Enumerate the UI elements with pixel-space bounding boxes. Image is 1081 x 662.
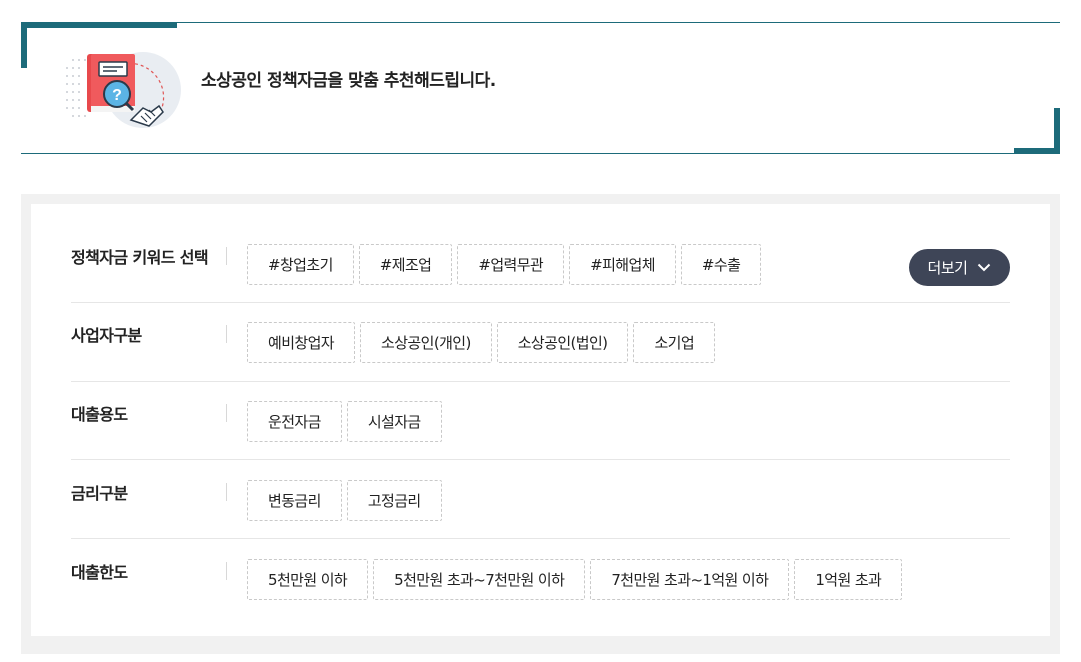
filter-label-interest-type: 금리구분 bbox=[71, 484, 128, 503]
recommendation-banner: ? 소상공인 정책자금을 맞춤 추천해드립니다. bbox=[21, 22, 1060, 154]
svg-text:?: ? bbox=[112, 87, 122, 104]
chevron-down-icon bbox=[977, 263, 991, 272]
more-button-label: 더보기 bbox=[927, 259, 968, 277]
filter-row-loan-purpose: 대출용도 운전자금 시설자금 bbox=[71, 401, 1010, 460]
banner-corner-top-left bbox=[21, 22, 177, 28]
filter-row-keyword: 정책자금 키워드 선택 #창업초기 #제조업 #업력무관 #피해업체 #수출 bbox=[71, 244, 1010, 303]
chip-keyword-damaged[interactable]: #피해업체 bbox=[569, 244, 676, 285]
label-separator bbox=[226, 562, 227, 580]
row-divider bbox=[71, 381, 1010, 382]
chip-limit-70m-100m[interactable]: 7천만원 초과~1억원 이하 bbox=[590, 559, 790, 600]
interest-type-chips: 변동금리 고정금리 bbox=[247, 480, 442, 521]
chip-keyword-export[interactable]: #수출 bbox=[680, 244, 762, 285]
filter-row-loan-limit: 대출한도 5천만원 이하 5천만원 초과~7천만원 이하 7천만원 초과~1억원… bbox=[71, 559, 1010, 609]
more-button[interactable]: 더보기 bbox=[909, 249, 1010, 286]
chip-fixed-rate[interactable]: 고정금리 bbox=[346, 480, 442, 521]
label-separator bbox=[226, 325, 227, 343]
filter-row-interest-type: 금리구분 변동금리 고정금리 bbox=[71, 480, 1010, 539]
keyword-chips: #창업초기 #제조업 #업력무관 #피해업체 #수출 bbox=[247, 244, 762, 285]
filter-label-business-type: 사업자구분 bbox=[71, 326, 142, 345]
chip-facility-fund[interactable]: 시설자금 bbox=[346, 401, 442, 442]
row-divider bbox=[71, 459, 1010, 460]
business-type-chips: 예비창업자 소상공인(개인) 소상공인(법인) 소기업 bbox=[247, 322, 716, 363]
loan-limit-chips: 5천만원 이하 5천만원 초과~7천만원 이하 7천만원 초과~1억원 이하 1… bbox=[247, 559, 903, 600]
filter-row-business-type: 사업자구분 예비창업자 소상공인(개인) 소상공인(법인) 소기업 bbox=[71, 322, 1010, 382]
label-separator bbox=[226, 404, 227, 422]
chip-small-business-individual[interactable]: 소상공인(개인) bbox=[360, 322, 492, 363]
filter-panel-frame: 정책자금 키워드 선택 #창업초기 #제조업 #업력무관 #피해업체 #수출 사… bbox=[21, 194, 1060, 654]
label-separator bbox=[226, 483, 227, 501]
row-divider bbox=[71, 538, 1010, 539]
banner-title: 소상공인 정책자금을 맞춤 추천해드립니다. bbox=[201, 71, 496, 91]
filter-label-loan-limit: 대출한도 bbox=[71, 563, 128, 582]
loan-purpose-chips: 운전자금 시설자금 bbox=[247, 401, 442, 442]
chip-variable-rate[interactable]: 변동금리 bbox=[247, 480, 342, 521]
chip-small-business-corporate[interactable]: 소상공인(법인) bbox=[496, 322, 629, 363]
filter-label-keyword: 정책자금 키워드 선택 bbox=[71, 248, 209, 267]
chip-limit-over-100m[interactable]: 1억원 초과 bbox=[794, 559, 903, 600]
filter-label-loan-purpose: 대출용도 bbox=[71, 405, 128, 424]
filter-panel: 정책자금 키워드 선택 #창업초기 #제조업 #업력무관 #피해업체 #수출 사… bbox=[31, 204, 1050, 636]
label-separator bbox=[226, 247, 227, 265]
chip-keyword-any-age[interactable]: #업력무관 bbox=[457, 244, 565, 285]
chip-limit-under-50m[interactable]: 5천만원 이하 bbox=[247, 559, 369, 600]
chip-small-enterprise[interactable]: 소기업 bbox=[633, 322, 716, 363]
row-divider bbox=[71, 302, 1010, 303]
chip-limit-50m-70m[interactable]: 5천만원 초과~7천만원 이하 bbox=[373, 559, 586, 600]
chip-keyword-startup[interactable]: #창업초기 bbox=[247, 244, 354, 285]
chip-operating-fund[interactable]: 운전자금 bbox=[247, 401, 342, 442]
banner-corner-top-left-vertical bbox=[21, 22, 27, 68]
banner-corner-bottom-right-vertical bbox=[1054, 108, 1060, 154]
chip-keyword-manufacturing[interactable]: #제조업 bbox=[358, 244, 453, 285]
banner-bottom-border bbox=[21, 153, 1060, 154]
chip-pre-startup[interactable]: 예비창업자 bbox=[247, 322, 356, 363]
policy-book-illustration: ? bbox=[61, 46, 185, 130]
